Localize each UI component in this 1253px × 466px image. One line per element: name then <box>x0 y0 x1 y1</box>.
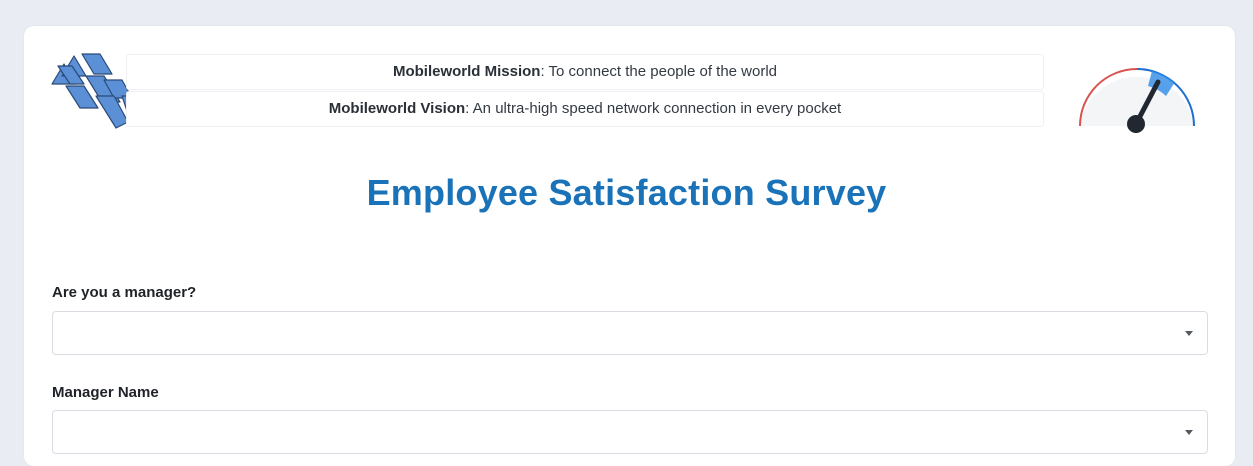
page-title: Employee Satisfaction Survey <box>366 172 887 213</box>
chevron-down-icon[interactable] <box>1185 331 1193 336</box>
manager-question-label: Are you a manager? <box>52 284 197 301</box>
vision-label: Mobileworld Vision <box>328 100 466 117</box>
speedometer-gauge-icon <box>1074 66 1200 142</box>
vision-text: : An ultra-high speed network connection… <box>465 100 842 117</box>
mission-text: : To connect the people of the world <box>540 63 778 80</box>
chevron-down-icon[interactable] <box>1185 430 1193 435</box>
mission-statement: Mobileworld Mission: To connect the peop… <box>126 54 1044 90</box>
vision-statement: Mobileworld Vision: An ultra-high speed … <box>126 91 1044 127</box>
manager-name-label: Manager Name <box>52 384 159 401</box>
manager-name-select[interactable] <box>52 410 1208 454</box>
manager-select[interactable] <box>52 311 1208 355</box>
mission-label: Mobileworld Mission <box>392 63 541 80</box>
